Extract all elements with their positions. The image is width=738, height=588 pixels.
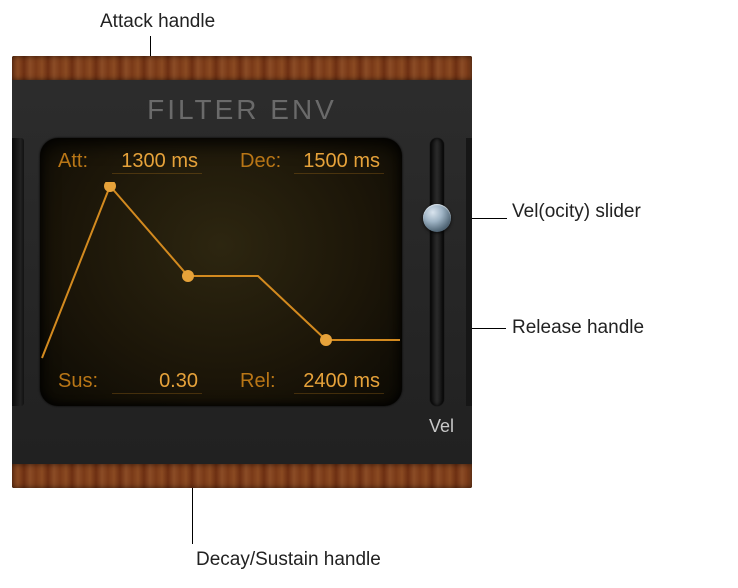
release-handle[interactable] xyxy=(320,334,332,346)
velocity-slider-track[interactable] xyxy=(430,138,444,406)
right-panel-edge xyxy=(466,138,472,406)
callout-attack: Attack handle xyxy=(100,10,215,34)
att-label: Att: xyxy=(58,150,106,173)
callout-release: Release handle xyxy=(512,316,644,340)
param-row-top: Att: 1300 ms Dec: 1500 ms xyxy=(58,150,384,174)
callout-decay-sustain: Decay/Sustain handle xyxy=(196,548,381,572)
decay-sustain-handle[interactable] xyxy=(182,270,194,282)
panel-title: FILTER ENV xyxy=(12,94,472,126)
rel-label: Rel: xyxy=(240,370,288,393)
wood-rail-top xyxy=(12,56,472,80)
velocity-slider-label: Vel xyxy=(429,416,454,437)
attack-handle[interactable] xyxy=(104,182,116,192)
sus-label: Sus: xyxy=(58,370,106,393)
velocity-slider-thumb[interactable] xyxy=(423,204,451,232)
dec-label: Dec: xyxy=(240,150,288,173)
envelope-line xyxy=(42,186,400,358)
param-row-bottom: Sus: 0.30 Rel: 2400 ms xyxy=(58,370,384,394)
dec-value[interactable]: 1500 ms xyxy=(294,150,384,174)
rel-value[interactable]: 2400 ms xyxy=(294,370,384,394)
sus-value[interactable]: 0.30 xyxy=(112,370,202,394)
callout-velocity: Vel(ocity) slider xyxy=(512,200,692,224)
left-panel-edge xyxy=(12,138,24,406)
att-value[interactable]: 1300 ms xyxy=(112,150,202,174)
filter-env-panel: FILTER ENV Att: 1300 ms Dec: 1500 ms xyxy=(12,56,472,488)
envelope-display: Att: 1300 ms Dec: 1500 ms Sus: 0.30 Rel: xyxy=(40,138,402,406)
wood-rail-bottom xyxy=(12,464,472,488)
velocity-slider-area xyxy=(422,138,452,406)
envelope-curve-area xyxy=(40,182,402,362)
